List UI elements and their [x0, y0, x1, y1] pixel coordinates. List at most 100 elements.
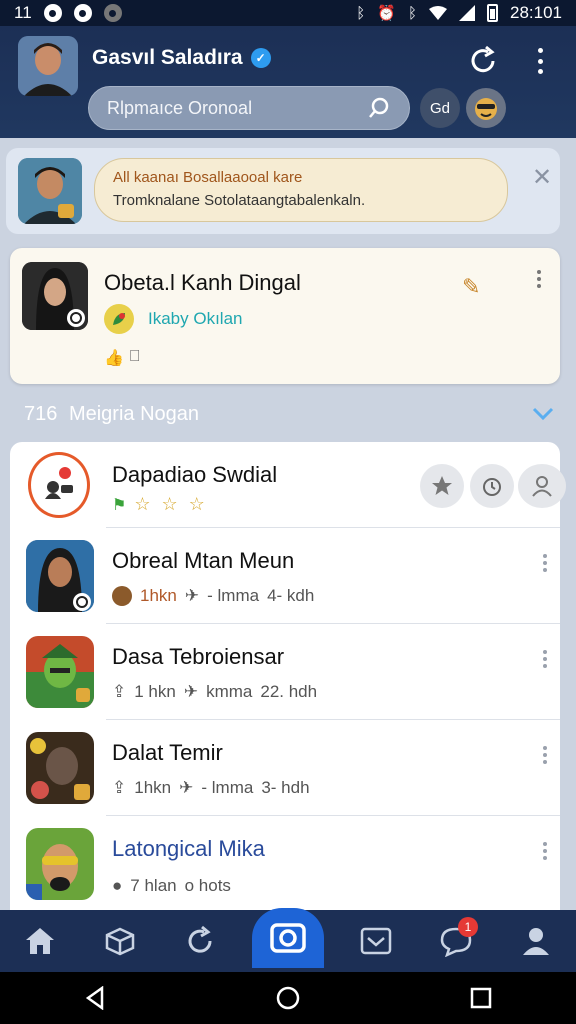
emoji-chip-button[interactable] — [466, 88, 506, 128]
profile-avatar[interactable] — [18, 36, 78, 96]
featured-name: Obeta.l Kanh Dingal — [104, 270, 301, 295]
leaf-icon — [104, 304, 134, 334]
bookmark-icon[interactable]: ⎕ — [130, 348, 140, 368]
search-box[interactable] — [88, 86, 410, 130]
app-header: Gasvıl Saladıra ✓ Gd — [0, 26, 576, 138]
battery-icon — [487, 4, 498, 22]
list-item-more-icon[interactable] — [542, 842, 548, 860]
chip-button[interactable]: Gd — [420, 88, 460, 128]
status-right: ᛒ ⏰ ᛒ 28:101 — [356, 3, 562, 23]
sync-icon[interactable] — [466, 44, 500, 78]
notification-icon — [43, 4, 62, 22]
notice-avatar — [18, 158, 82, 224]
pin-icon: ✈ — [184, 586, 200, 605]
verified-icon: ✓ — [250, 48, 271, 68]
list-item-avatar — [26, 732, 94, 804]
notice-card[interactable]: All kaanaı Bosallaaooal kare Tromknalane… — [6, 148, 560, 234]
featured-more-icon[interactable] — [534, 270, 544, 288]
user-icon — [523, 928, 549, 955]
list-item-more-icon[interactable] — [542, 554, 548, 572]
featured-subtitle[interactable]: Ikaby Okılan — [148, 309, 243, 329]
nav-inbox[interactable] — [348, 913, 404, 969]
like-icon[interactable]: 👍 — [104, 348, 124, 368]
cube-icon — [105, 927, 135, 956]
nav-camera[interactable] — [252, 908, 324, 968]
list-item[interactable]: Latongical Mika ● 7 hlan o hots — [10, 816, 560, 910]
nav-box[interactable] — [92, 913, 148, 969]
meta-a: 1 hkn — [134, 682, 176, 701]
signal-icon — [459, 5, 475, 21]
status-bar: 11 ᛒ ⏰ ᛒ 28:101 — [0, 0, 576, 26]
back-icon[interactable] — [84, 986, 106, 1010]
nav-messages[interactable]: 1 — [428, 913, 484, 969]
face-icon — [475, 98, 497, 120]
notice-title: All kaanaı Bosallaaooal kare — [113, 169, 303, 186]
home-icon — [26, 928, 54, 954]
system-nav-bar — [0, 972, 576, 1024]
section-number: 716 — [24, 402, 58, 425]
featured-avatar — [22, 262, 88, 330]
bluetooth-icon: ᛒ — [356, 4, 366, 22]
section-header[interactable]: 716 Meigria Nogan — [24, 396, 554, 432]
list-item-more-icon[interactable] — [542, 746, 548, 764]
alarm-button[interactable] — [470, 464, 514, 508]
meta-a: 1hkn — [140, 586, 177, 605]
wifi-icon — [429, 6, 447, 20]
list-item[interactable]: Dalat Temir ⇪ 1hkn ✈ - lmma 3- hdh — [10, 720, 560, 816]
content-background: All kaanaı Bosallaaooal kare Tromknalane… — [0, 138, 576, 910]
meta-c: 22. hdh — [260, 682, 318, 701]
upload-icon: ⇪ — [112, 778, 127, 797]
nav-sync[interactable] — [172, 913, 228, 969]
list-item-name: Dalat Temir — [112, 740, 223, 765]
list-item-more-icon[interactable] — [542, 650, 548, 668]
list-item[interactable]: Dasa Tebroiensar ⇪ 1 hkn ✈ kmma 22. hdh — [10, 624, 560, 720]
profile-button[interactable] — [518, 464, 566, 508]
list-item-name: Dasa Tebroiensar — [112, 644, 285, 669]
rating-stars: ☆ ☆ ☆ — [134, 494, 208, 514]
featured-card[interactable]: Obeta.l Kanh Dingal Ikaby Okılan 👍 ⎕ ✎ — [10, 248, 560, 384]
avatar-image — [26, 732, 94, 804]
notice-body: Tromknalane Sotolataangtabalenkaln. — [113, 192, 366, 209]
pencil-icon[interactable]: ✎ — [462, 274, 480, 300]
featured-avatar-image — [22, 262, 88, 330]
notification-icon-2 — [73, 4, 92, 22]
meta-a: 7 hlan — [130, 876, 177, 895]
close-icon[interactable]: ✕ — [532, 166, 552, 190]
star-button[interactable] — [420, 464, 464, 508]
meta-b: kmma — [206, 682, 253, 701]
nav-home[interactable] — [12, 913, 68, 969]
user-icon — [532, 476, 552, 497]
list-item-name: Latongical Mika — [112, 836, 265, 861]
alarm-icon: ⏰ — [377, 4, 396, 22]
search-icon[interactable] — [367, 96, 391, 120]
nav-profile[interactable] — [508, 913, 564, 969]
flag-icon: ⚑ — [112, 496, 127, 514]
meta-c: 4- kdh — [267, 586, 315, 605]
content-area: All kaanaı Bosallaaooal kare Tromknalane… — [0, 138, 576, 910]
status-left: 11 — [14, 3, 122, 23]
list-item-meta: 1hkn ✈ - lmma 4- kdh — [112, 586, 314, 606]
list-item-meta: ⇪ 1 hkn ✈ kmma 22. hdh — [112, 682, 317, 702]
meta-c: 3- hdh — [261, 778, 310, 797]
profile-name: Gasvıl Saladıra — [92, 46, 243, 69]
inbox-icon — [360, 927, 392, 955]
recents-icon[interactable] — [470, 987, 492, 1009]
pin-icon: ✈ — [183, 682, 199, 701]
profile-name-row[interactable]: Gasvıl Saladıra ✓ — [92, 46, 271, 70]
notification-badge: 1 — [458, 917, 478, 937]
mini-avatar-icon — [112, 586, 132, 606]
refresh-icon — [188, 925, 212, 953]
list-item-meta: ⚑ ☆ ☆ ☆ — [112, 494, 208, 515]
list-item-avatar — [26, 828, 94, 900]
list-item[interactable]: Obreal Mtan Meun 1hkn ✈ - lmma 4- kdh — [10, 528, 560, 624]
section-title-text: Meigria Nogan — [68, 402, 200, 425]
chevron-down-icon[interactable] — [532, 407, 554, 421]
home-circle-icon[interactable] — [275, 985, 301, 1011]
list-item-name: Dapadiao Swdial — [112, 462, 278, 487]
avatar-image — [26, 828, 94, 900]
list-item-avatar — [26, 540, 94, 612]
pin-icon: ✈ — [179, 778, 194, 797]
search-input[interactable] — [107, 97, 367, 119]
list-item[interactable]: Dapadiao Swdial ⚑ ☆ ☆ ☆ — [10, 442, 566, 528]
more-menu-icon[interactable] — [528, 44, 552, 78]
